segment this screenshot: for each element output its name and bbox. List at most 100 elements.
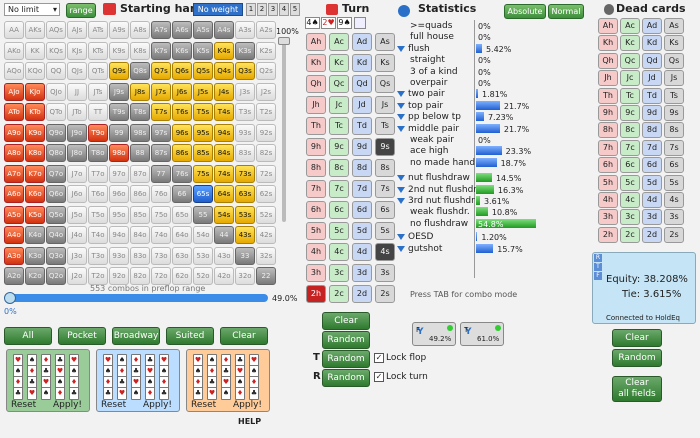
equity-street-r[interactable]: R <box>594 254 602 262</box>
turn-card-3d[interactable]: 3d <box>352 264 372 282</box>
turn-card-9s[interactable]: 9s <box>375 138 395 156</box>
dead-card-2h[interactable]: 2h <box>598 226 618 243</box>
range-cell-72o[interactable]: 72o <box>151 267 171 285</box>
preset-reset-button[interactable]: Reset <box>11 400 36 410</box>
range-cell-T9o[interactable]: T9o <box>88 123 108 142</box>
range-cell-K4s[interactable]: K4s <box>214 41 234 60</box>
range-cell-J8o[interactable]: J8o <box>67 144 87 162</box>
range-cell-93o[interactable]: 93o <box>109 246 129 265</box>
turn-card-Qc[interactable]: Qc <box>329 75 349 93</box>
range-cell-K2o[interactable]: K2o <box>25 267 45 285</box>
range-cell-86s[interactable]: 86s <box>172 144 192 162</box>
range-cell-82s[interactable]: 82s <box>256 144 276 162</box>
range-cell-42s[interactable]: 42s <box>256 226 276 244</box>
filter-funnel-icon[interactable] <box>397 91 405 98</box>
dead-card-7s[interactable]: 7s <box>664 139 684 156</box>
dead-card-Qd[interactable]: Qd <box>642 52 662 69</box>
range-cell-AJo[interactable]: AJo <box>4 82 24 101</box>
turn-card-5d[interactable]: 5d <box>352 222 372 240</box>
range-cell-76o[interactable]: 76o <box>151 185 171 203</box>
range-cell-A6s[interactable]: A6s <box>172 21 192 39</box>
weight-num-button[interactable]: 5 <box>290 3 300 16</box>
range-cell-K3o[interactable]: K3o <box>25 246 45 265</box>
range-cell-J9s[interactable]: J9s <box>109 82 129 101</box>
range-cell-K6s[interactable]: K6s <box>172 41 192 60</box>
range-cell-K5s[interactable]: K5s <box>193 41 213 60</box>
preset-apply-button[interactable]: Apply! <box>143 400 172 410</box>
range-cell-A2o[interactable]: A2o <box>4 267 24 285</box>
range-cell-KQo[interactable]: KQo <box>25 62 45 80</box>
range-cell-KJo[interactable]: KJo <box>25 82 45 101</box>
turn-card-3s[interactable]: 3s <box>375 264 395 282</box>
range-cell-42o[interactable]: 42o <box>214 267 234 285</box>
range-slider[interactable] <box>6 294 268 302</box>
range-cell-54o[interactable]: 54o <box>193 226 213 244</box>
range-all-button[interactable]: All <box>4 327 52 345</box>
turn-card-6d[interactable]: 6d <box>352 201 372 219</box>
range-cell-ATs[interactable]: ATs <box>88 21 108 39</box>
range-cell-A7s[interactable]: A7s <box>151 21 171 39</box>
dead-card-Ah[interactable]: Ah <box>598 18 618 34</box>
dead-card-9d[interactable]: 9d <box>642 105 662 121</box>
range-cell-Q6s[interactable]: Q6s <box>172 62 192 80</box>
range-cell-86o[interactable]: 86o <box>130 185 150 203</box>
range-cell-62s[interactable]: 62s <box>256 185 276 203</box>
range-cell-T6s[interactable]: T6s <box>172 103 192 121</box>
dead-card-4c[interactable]: 4c <box>620 192 640 208</box>
turn-card-As[interactable]: As <box>375 33 395 51</box>
range-cell-Q5o[interactable]: Q5o <box>46 205 66 224</box>
turn-card-2h[interactable]: 2h <box>306 285 326 303</box>
range-cell-K5o[interactable]: K5o <box>25 205 45 224</box>
dead-card-9h[interactable]: 9h <box>598 105 618 121</box>
turn-card-2s[interactable]: 2s <box>375 285 395 303</box>
range-cell-A9s[interactable]: A9s <box>109 21 129 39</box>
range-cell-Q4o[interactable]: Q4o <box>46 226 66 244</box>
range-cell-Q4s[interactable]: Q4s <box>214 62 234 80</box>
preset-reset-button[interactable]: Reset <box>101 400 126 410</box>
range-cell-J5s[interactable]: J5s <box>193 82 213 101</box>
weight-num-button[interactable]: 1 <box>246 3 256 16</box>
filter-funnel-icon[interactable] <box>397 198 405 204</box>
weight-slider-thumb[interactable] <box>278 37 290 45</box>
range-cell-Q9o[interactable]: Q9o <box>46 123 66 142</box>
filter-funnel-icon[interactable] <box>397 45 405 52</box>
range-cell-84s[interactable]: 84s <box>214 144 234 162</box>
range-cell-J3o[interactable]: J3o <box>67 246 87 265</box>
range-cell-T3o[interactable]: T3o <box>88 246 108 265</box>
range-cell-92s[interactable]: 92s <box>256 123 276 142</box>
range-cell-J4o[interactable]: J4o <box>67 226 87 244</box>
range-cell-72s[interactable]: 72s <box>256 164 276 183</box>
range-cell-65o[interactable]: 65o <box>172 205 192 224</box>
board-card[interactable]: 9♠ <box>337 17 352 29</box>
range-cell-97s[interactable]: 97s <box>151 123 171 142</box>
range-cell-64o[interactable]: 64o <box>172 226 192 244</box>
range-cell-K4o[interactable]: K4o <box>25 226 45 244</box>
dead-card-4s[interactable]: 4s <box>664 192 684 208</box>
range-cell-JTo[interactable]: JTo <box>67 103 87 121</box>
range-cell-95o[interactable]: 95o <box>109 205 129 224</box>
range-cell-A3s[interactable]: A3s <box>235 21 255 39</box>
dead-card-4d[interactable]: 4d <box>642 192 662 208</box>
range-cell-K2s[interactable]: K2s <box>256 41 276 60</box>
dead-card-5d[interactable]: 5d <box>642 174 662 191</box>
range-cell-Q9s[interactable]: Q9s <box>109 62 129 80</box>
dead-card-9s[interactable]: 9s <box>664 105 684 121</box>
range-cell-AA[interactable]: AA <box>4 21 24 39</box>
range-cell-64s[interactable]: 64s <box>214 185 234 203</box>
turn-card-9c[interactable]: 9c <box>329 138 349 156</box>
range-cell-KQs[interactable]: KQs <box>46 41 66 60</box>
dead-card-6d[interactable]: 6d <box>642 157 662 174</box>
filter-funnel-icon[interactable] <box>397 186 405 193</box>
range-cell-83o[interactable]: 83o <box>130 246 150 265</box>
dead-card-Kh[interactable]: Kh <box>598 35 618 52</box>
dead-card-6h[interactable]: 6h <box>598 157 618 174</box>
range-cell-T4o[interactable]: T4o <box>88 226 108 244</box>
preset-apply-button[interactable]: Apply! <box>53 400 82 410</box>
dead-clear-button[interactable]: Clear <box>612 329 662 347</box>
dead-card-2d[interactable]: 2d <box>642 226 662 243</box>
range-cell-93s[interactable]: 93s <box>235 123 255 142</box>
filter-t-button[interactable]: Y T 61.0% <box>460 322 504 346</box>
board-card[interactable]: 2♥ <box>321 17 336 29</box>
range-cell-KK[interactable]: KK <box>25 41 45 60</box>
range-cell-AQs[interactable]: AQs <box>46 21 66 39</box>
